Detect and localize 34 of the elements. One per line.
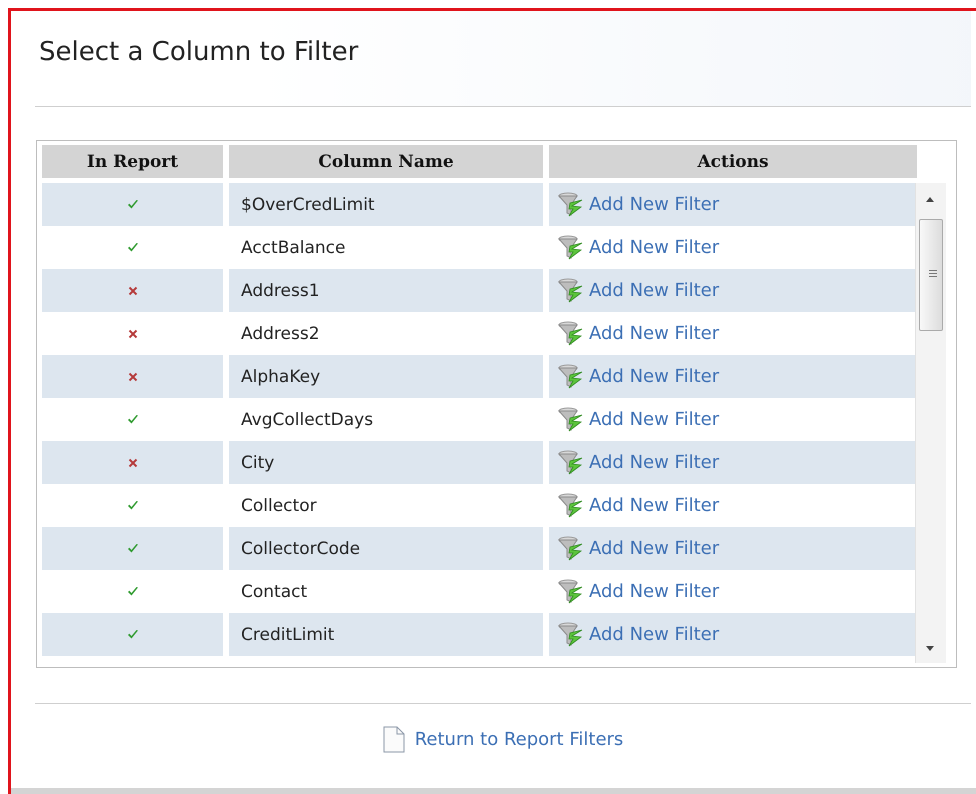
funnel-icon: [557, 534, 585, 562]
funnel-icon: [557, 234, 585, 262]
column-name: Contact: [241, 582, 308, 602]
column-name: Address1: [241, 280, 320, 300]
column-header: Column Name: [229, 145, 543, 178]
scrollbar[interactable]: [915, 183, 946, 663]
column-name: AvgCollectDays: [241, 410, 374, 430]
column-name: Collector: [241, 496, 317, 516]
funnel-icon: [557, 320, 585, 348]
column-name: Address2: [241, 324, 320, 344]
funnel-icon: [557, 276, 585, 304]
add-filter-link[interactable]: Add New Filter: [557, 234, 720, 262]
column-header: In Report: [42, 145, 223, 178]
column-name: AcctBalance: [241, 238, 346, 258]
column-name: CollectorCode: [241, 538, 360, 558]
column-name: $OverCredLimit: [241, 194, 375, 214]
add-filter-link[interactable]: Add New Filter: [557, 578, 720, 606]
column-header: Actions: [549, 145, 917, 178]
funnel-icon: [557, 362, 585, 390]
return-link[interactable]: Return to Report Filters: [382, 726, 624, 753]
funnel-icon: [557, 190, 585, 218]
add-filter-link[interactable]: Add New Filter: [557, 406, 720, 434]
funnel-icon: [557, 620, 585, 648]
page-title: Select a Column to Filter: [39, 37, 358, 67]
page-icon: [382, 726, 405, 753]
funnel-icon: [557, 578, 585, 606]
funnel-icon: [557, 492, 585, 520]
column-name: CreditLimit: [241, 624, 334, 644]
column-name: City: [241, 452, 274, 472]
add-filter-link[interactable]: Add New Filter: [557, 492, 720, 520]
column-name: AlphaKey: [241, 366, 320, 386]
add-filter-link[interactable]: Add New Filter: [557, 320, 720, 348]
funnel-icon: [557, 448, 585, 476]
funnel-icon: [557, 406, 585, 434]
